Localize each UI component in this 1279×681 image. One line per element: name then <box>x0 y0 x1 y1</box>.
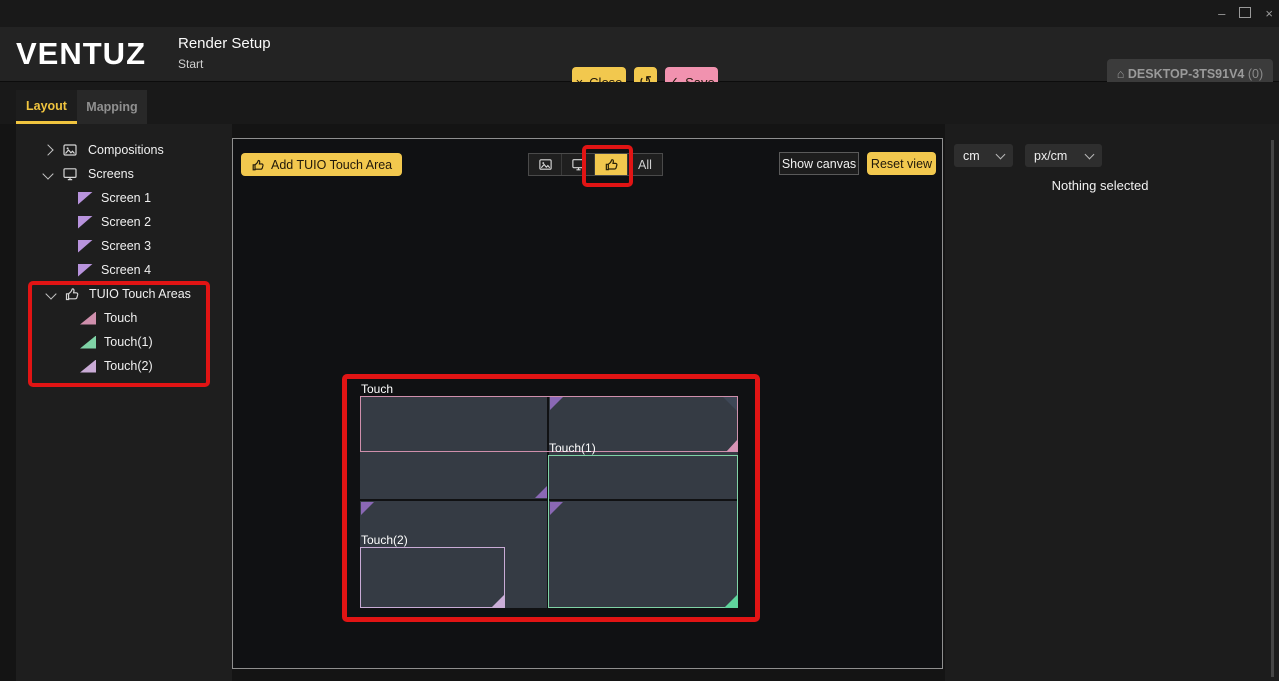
tree-item-compositions[interactable]: Compositions <box>16 138 260 162</box>
ventuz-render-setup-window: – × VENTUZ Render Setup Start × Close ↺ … <box>0 0 1279 681</box>
maximize-icon <box>1239 7 1251 18</box>
filter-compositions-segment[interactable] <box>529 154 562 175</box>
app-header: VENTUZ Render Setup Start × Close ↺ ✓ Sa… <box>0 27 1279 82</box>
tab-mapping[interactable]: Mapping <box>77 90 147 124</box>
layout-tree-sidebar: Compositions Screens Screen 1 Screen 2 S… <box>16 124 232 681</box>
touch-area-triangle-icon <box>80 312 96 325</box>
tree-label: Compositions <box>88 143 164 157</box>
filter-touch-areas-segment[interactable] <box>595 154 628 175</box>
touch-area-touch1[interactable]: Touch(1) <box>548 455 738 608</box>
screen-triangle-icon <box>78 216 93 229</box>
tree-label: TUIO Touch Areas <box>89 287 191 301</box>
machine-name: DESKTOP-3TS91V4 <box>1128 67 1244 81</box>
chevron-down-icon[interactable] <box>45 288 56 299</box>
tab-layout[interactable]: Layout <box>16 90 77 124</box>
tree-label: Touch(2) <box>104 359 153 373</box>
home-icon: ⌂ <box>1117 67 1125 81</box>
tree-label: Touch(1) <box>104 335 153 349</box>
touch-icon <box>251 158 265 172</box>
touch-area-label: Touch <box>361 382 393 397</box>
visibility-filter-segmented-control: All <box>528 153 663 176</box>
touch-area-triangle-icon <box>80 360 96 373</box>
unit-dropdown-value: cm <box>963 149 980 163</box>
tree-label: Screens <box>88 167 134 181</box>
properties-panel: cm px/cm Nothing selected <box>945 124 1279 681</box>
add-tuio-touch-area-button[interactable]: Add TUIO Touch Area <box>241 153 402 176</box>
touch-area-label: Touch(2) <box>361 533 408 548</box>
touch-icon <box>604 157 619 172</box>
add-button-label: Add TUIO Touch Area <box>271 158 392 172</box>
touch-area-touch2[interactable]: Touch(2) <box>360 547 505 608</box>
layout-canvas[interactable]: Add TUIO Touch Area All Show canvas Rese… <box>232 138 943 669</box>
tab-strip: Layout Mapping Previs Scene: (none) Impo… <box>0 82 1279 124</box>
window-minimize-button[interactable]: – <box>1218 7 1225 20</box>
tree-label: Screen 2 <box>101 215 151 229</box>
screen-triangle-icon <box>78 264 93 277</box>
screen-triangle-icon <box>78 240 93 253</box>
window-close-button[interactable]: × <box>1265 7 1273 20</box>
panel-scrollbar[interactable] <box>1271 140 1274 677</box>
tree-item-screens[interactable]: Screens <box>16 162 260 186</box>
chevron-right-icon[interactable] <box>42 144 53 155</box>
chevron-down-icon <box>996 149 1006 159</box>
compositions-icon <box>538 157 553 172</box>
filter-all-segment[interactable]: All <box>628 154 662 175</box>
selection-status-text: Nothing selected <box>945 178 1255 193</box>
reset-view-button[interactable]: Reset view <box>867 152 936 175</box>
page-title: Render Setup <box>178 35 271 52</box>
unit-dropdown[interactable]: cm <box>954 144 1013 167</box>
touch-area-label: Touch(1) <box>549 441 596 456</box>
chevron-down-icon <box>1085 149 1095 159</box>
tree-item-tuio-touch-areas[interactable]: TUIO Touch Areas <box>16 282 263 306</box>
scale-dropdown-value: px/cm <box>1034 149 1067 163</box>
tree-label: Screen 1 <box>101 191 151 205</box>
compositions-icon <box>61 141 79 159</box>
tree-label: Screen 4 <box>101 263 151 277</box>
screen-triangle-icon <box>78 192 93 205</box>
tree-label: Touch <box>104 311 137 325</box>
page-subtitle: Start <box>178 57 203 71</box>
window-maximize-button[interactable] <box>1239 7 1251 20</box>
window-titlebar: – × <box>0 0 1279 27</box>
ventuz-logo: VENTUZ <box>16 36 146 72</box>
show-canvas-button[interactable]: Show canvas <box>779 152 859 175</box>
chevron-down-icon[interactable] <box>42 168 53 179</box>
touch-area-triangle-icon <box>80 336 96 349</box>
screens-icon <box>61 165 79 183</box>
scale-dropdown[interactable]: px/cm <box>1025 144 1102 167</box>
screens-icon <box>571 157 586 172</box>
machine-count: (0) <box>1248 67 1263 81</box>
filter-screens-segment[interactable] <box>562 154 595 175</box>
tree-label: Screen 3 <box>101 239 151 253</box>
touch-icon <box>63 285 81 303</box>
